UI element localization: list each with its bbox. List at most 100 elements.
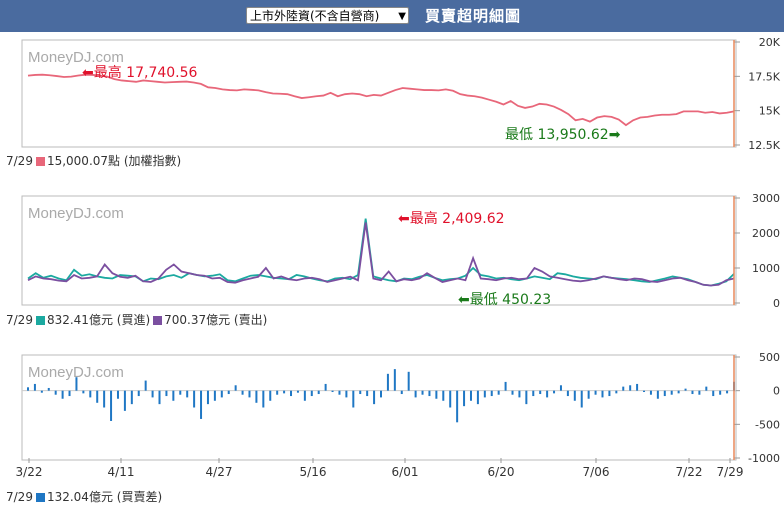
net-bar — [414, 390, 417, 398]
net-bar — [566, 390, 569, 397]
index-legend: 7/29 15,000.07點 (加權指數) — [6, 152, 181, 169]
net-bar — [144, 380, 147, 391]
net-bar — [553, 390, 556, 394]
net-bar — [435, 390, 438, 399]
net-bar — [116, 390, 119, 399]
net-bar — [719, 390, 722, 395]
panel-frame-2 — [21, 354, 737, 461]
net-bar — [103, 390, 106, 408]
net-bar — [587, 390, 590, 399]
net-bar — [151, 390, 154, 398]
net-y-tick-label: 0 — [773, 385, 780, 398]
net-legend-date: 7/29 — [6, 490, 33, 504]
net-bar — [601, 390, 604, 398]
net-bar — [726, 390, 729, 394]
net-bar — [442, 390, 445, 401]
net-bar — [490, 390, 493, 397]
x-tick-label: 7/06 — [583, 465, 610, 479]
x-tick-label: 4/11 — [108, 465, 135, 479]
net-bar — [705, 386, 708, 391]
net-bar — [255, 390, 258, 403]
buysell-high-label: ⬅最高 2,409.62 — [398, 210, 505, 227]
net-bar — [615, 390, 618, 394]
net-bar — [636, 383, 639, 391]
net-bar — [213, 390, 216, 401]
net-bar — [234, 385, 237, 391]
index-y-tick-label: 20K — [759, 36, 781, 49]
net-bar — [428, 390, 431, 397]
watermark: MoneyDJ.com — [28, 49, 124, 66]
net-bar — [670, 390, 673, 395]
net-bar — [421, 390, 424, 395]
net-bar — [75, 377, 78, 391]
net-bar — [310, 390, 313, 397]
buysell-legend-date: 7/29 — [6, 313, 33, 327]
sell-legend-text: 700.37億元 (賣出) — [164, 313, 268, 327]
index-y-tick-label: 17.5K — [748, 70, 780, 83]
net-bar — [303, 390, 306, 401]
x-tick-label: 6/01 — [392, 465, 419, 479]
net-bar — [698, 390, 701, 395]
net-bar — [324, 383, 327, 391]
net-y-tick-label: -1000 — [748, 452, 780, 465]
net-bar — [241, 390, 244, 395]
net-bar — [352, 390, 355, 408]
net-bar — [366, 390, 369, 397]
net-bar — [220, 390, 223, 398]
sell-series-line — [27, 222, 735, 287]
net-bar — [532, 390, 535, 397]
net-bar — [469, 390, 472, 401]
buysell-y-tick-label: 2000 — [752, 227, 780, 240]
buy-legend-text: 832.41億元 (買進) — [46, 313, 151, 327]
net-bar — [110, 390, 113, 421]
net-bar — [82, 390, 85, 394]
net-bar — [61, 390, 64, 399]
panel-frame-0 — [21, 39, 737, 148]
net-bar — [663, 390, 666, 397]
net-bar — [649, 390, 652, 395]
net-bar — [483, 390, 486, 398]
net-bar — [622, 386, 625, 391]
chart-canvas: MoneyDJ.comMoneyDJ.comMoneyDJ.com20K17.5… — [16, 36, 781, 479]
buysell-y-tick-label: 1000 — [752, 262, 780, 275]
index-legend-text: 15,000.07點 (加權指數) — [46, 154, 182, 168]
x-tick-label: 4/27 — [206, 465, 233, 479]
index-legend-date: 7/29 — [6, 154, 33, 168]
net-y-tick-label: -500 — [755, 418, 780, 431]
net-bar — [497, 390, 500, 395]
net-bar — [345, 390, 348, 398]
watermark: MoneyDJ.com — [28, 205, 124, 222]
net-bar — [193, 390, 196, 408]
x-tick-label: 7/22 — [676, 465, 703, 479]
net-bar — [27, 387, 29, 391]
buysell-y-tick-label: 3000 — [752, 192, 780, 205]
net-bar — [130, 390, 133, 405]
net-bar — [262, 390, 265, 408]
buy-legend-swatch — [35, 316, 45, 325]
net-bar — [518, 390, 521, 398]
net-bar — [525, 390, 528, 405]
net-bar — [248, 390, 251, 398]
net-bar — [33, 383, 36, 391]
net-bar — [227, 390, 230, 395]
net-bar — [407, 371, 410, 391]
net-legend-text: 132.04億元 (買賣差) — [46, 490, 163, 504]
net-bar — [656, 390, 659, 399]
index-low-label: 最低 13,950.62➡ — [505, 127, 621, 143]
net-bar — [608, 390, 611, 397]
net-bar — [594, 390, 597, 395]
net-bar — [165, 390, 168, 397]
net-bar — [296, 390, 299, 393]
index-y-tick-label: 12.5K — [748, 139, 780, 152]
net-bar — [504, 381, 507, 391]
net-bar — [89, 390, 92, 398]
net-bar — [206, 390, 209, 405]
net-legend: 7/29 132.04億元 (買賣差) — [6, 488, 162, 505]
index-y-tick-label: 15K — [759, 105, 781, 118]
net-bar — [359, 390, 362, 395]
sell-legend-swatch — [153, 316, 163, 325]
net-bar — [68, 390, 71, 397]
x-tick-label: 5/16 — [300, 465, 327, 479]
net-legend-swatch — [35, 493, 45, 502]
net-bar — [559, 385, 562, 391]
